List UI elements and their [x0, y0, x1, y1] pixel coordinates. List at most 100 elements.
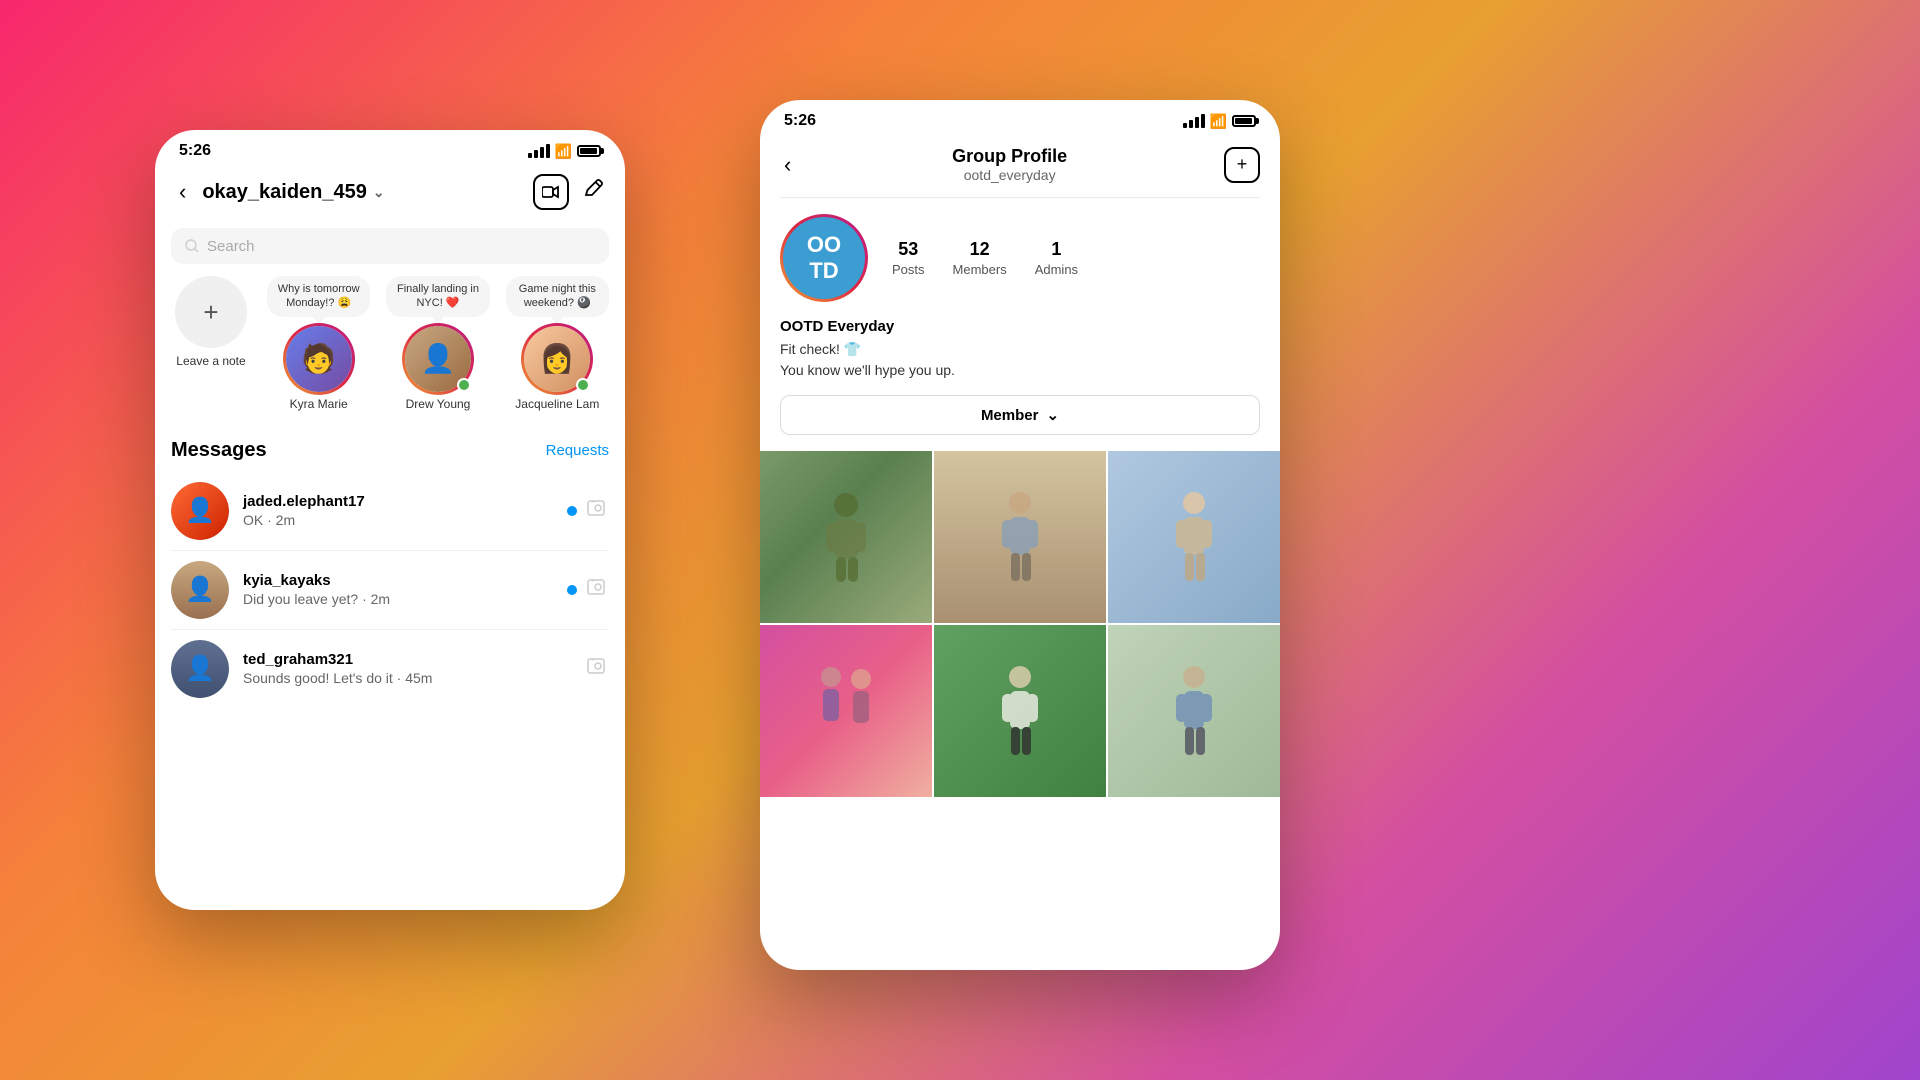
photo-cell-5[interactable] [934, 625, 1106, 797]
kyia-actions [567, 578, 609, 602]
nav-title-left: okay_kaiden_459 ⌄ [202, 181, 521, 204]
members-label: Members [953, 262, 1007, 277]
story-kyra[interactable]: Why is tomorrow Monday!? 😩 🧑 Kyra Marie [267, 276, 370, 411]
group-name: OOTD Everyday [780, 318, 1260, 335]
leave-note-story[interactable]: + Leave a note [171, 276, 251, 368]
back-button-left[interactable]: ‹ [175, 175, 190, 209]
video-call-button[interactable] [533, 174, 569, 210]
stories-row: + Leave a note Why is tomorrow Monday!? … [171, 276, 609, 419]
jacqueline-avatar-wrap: 👩 [521, 323, 593, 395]
ted-actions [587, 657, 609, 681]
leave-note-label: Leave a note [176, 354, 245, 368]
search-bar[interactable]: Search [171, 228, 609, 264]
member-chevron-icon: ⌄ [1046, 406, 1059, 424]
kyia-unread-dot [567, 585, 577, 595]
stories-section: + Leave a note Why is tomorrow Monday!? … [155, 268, 625, 427]
messages-title: Messages [171, 439, 267, 462]
drew-online-indicator [457, 378, 471, 392]
status-icons-left: 📶 [528, 143, 601, 160]
compose-button[interactable] [583, 178, 605, 206]
stat-members: 12 Members [953, 239, 1007, 277]
ted-preview: Sounds good! Let's do it · 45m [243, 670, 573, 686]
story-jacqueline[interactable]: Game night this weekend? 🎱 👩 Jacqueline … [506, 276, 609, 411]
group-profile-subtitle: ootd_everyday [952, 167, 1067, 183]
kyia-avatar: 👤 [171, 561, 229, 619]
drew-name: Drew Young [406, 397, 471, 411]
member-button-label: Member [981, 407, 1039, 424]
stat-posts: 53 Posts [892, 239, 925, 277]
photo-cell-2[interactable] [934, 451, 1106, 623]
ted-camera-icon[interactable] [587, 657, 609, 681]
group-description: Fit check! 👕You know we'll hype you up. [780, 339, 1260, 381]
group-title-wrap: Group Profile ootd_everyday [952, 146, 1067, 183]
jaded-info: jaded.elephant17 OK · 2m [243, 493, 553, 528]
signal-icon [528, 144, 550, 158]
add-to-group-button[interactable]: + [1224, 147, 1260, 183]
group-avatar-ring: OOTD [780, 214, 868, 302]
member-button[interactable]: Member ⌄ [780, 395, 1260, 435]
message-item-jaded[interactable]: 👤 jaded.elephant17 OK · 2m [171, 472, 609, 550]
requests-link[interactable]: Requests [546, 442, 609, 459]
nav-bar-left: ‹ okay_kaiden_459 ⌄ [155, 166, 625, 222]
photo-cell-4[interactable] [760, 625, 932, 797]
nav-actions-left [533, 174, 605, 210]
jaded-actions [567, 499, 609, 523]
back-button-right[interactable]: ‹ [780, 148, 795, 182]
kyia-username: kyia_kayaks [243, 572, 553, 589]
ted-username: ted_graham321 [243, 651, 573, 668]
group-profile-title: Group Profile [952, 146, 1067, 167]
battery-icon [577, 145, 601, 157]
message-item-ted[interactable]: 👤 ted_graham321 Sounds good! Let's do it… [171, 630, 609, 708]
ted-info: ted_graham321 Sounds good! Let's do it ·… [243, 651, 573, 686]
kyra-name: Kyra Marie [290, 397, 348, 411]
jacqueline-online-indicator [576, 378, 590, 392]
status-bar-right: 5:26 📶 [760, 100, 1280, 136]
kyia-preview: Did you leave yet? · 2m [243, 591, 553, 607]
photo-cell-3[interactable] [1108, 451, 1280, 623]
right-phone: 5:26 📶 ‹ Group Profile ootd_everyday + O… [760, 100, 1280, 970]
ted-avatar: 👤 [171, 640, 229, 698]
dropdown-chevron[interactable]: ⌄ [373, 184, 385, 201]
status-icons-right: 📶 [1183, 113, 1256, 130]
photo-cell-1[interactable] [760, 451, 932, 623]
jaded-preview: OK · 2m [243, 512, 553, 528]
story-drew[interactable]: Finally landing in NYC! ❤️ 👤 Drew Young [386, 276, 489, 411]
kyra-note: Why is tomorrow Monday!? 😩 [267, 276, 370, 317]
stat-admins: 1 Admins [1035, 239, 1078, 277]
messages-section: Messages Requests 👤 jaded.elephant17 OK … [155, 427, 625, 708]
add-note-button[interactable]: + [175, 276, 247, 348]
jacqueline-name: Jacqueline Lam [515, 397, 599, 411]
jaded-unread-dot [567, 506, 577, 516]
jacqueline-note: Game night this weekend? 🎱 [506, 276, 609, 317]
posts-count: 53 [898, 239, 918, 260]
kyra-avatar-wrap: 🧑 [283, 323, 355, 395]
group-avatar-text: OOTD [807, 232, 841, 285]
admins-count: 1 [1051, 239, 1061, 260]
time-right: 5:26 [784, 112, 816, 130]
members-count: 12 [970, 239, 990, 260]
group-info: OOTD 53 Posts 12 Members 1 Admins [760, 198, 1280, 318]
message-item-kyia[interactable]: 👤 kyia_kayaks Did you leave yet? · 2m [171, 551, 609, 629]
search-placeholder: Search [207, 238, 255, 255]
kyia-camera-icon[interactable] [587, 578, 609, 602]
group-profile-header: ‹ Group Profile ootd_everyday + [760, 136, 1280, 197]
jaded-avatar: 👤 [171, 482, 229, 540]
battery-icon-right [1232, 115, 1256, 127]
posts-label: Posts [892, 262, 925, 277]
time-left: 5:26 [179, 142, 211, 160]
photo-grid [760, 451, 1280, 797]
wifi-icon: 📶 [555, 143, 572, 160]
kyra-avatar: 🧑 [283, 323, 355, 395]
group-bio: OOTD Everyday Fit check! 👕You know we'll… [760, 318, 1280, 395]
messages-header: Messages Requests [171, 427, 609, 472]
signal-icon-right [1183, 114, 1205, 128]
admins-label: Admins [1035, 262, 1078, 277]
chat-title: okay_kaiden_459 [202, 181, 367, 204]
jaded-username: jaded.elephant17 [243, 493, 553, 510]
wifi-icon-right: 📶 [1210, 113, 1227, 130]
group-avatar: OOTD [783, 217, 865, 299]
kyia-info: kyia_kayaks Did you leave yet? · 2m [243, 572, 553, 607]
photo-cell-6[interactable] [1108, 625, 1280, 797]
drew-note: Finally landing in NYC! ❤️ [386, 276, 489, 317]
jaded-camera-icon[interactable] [587, 499, 609, 523]
